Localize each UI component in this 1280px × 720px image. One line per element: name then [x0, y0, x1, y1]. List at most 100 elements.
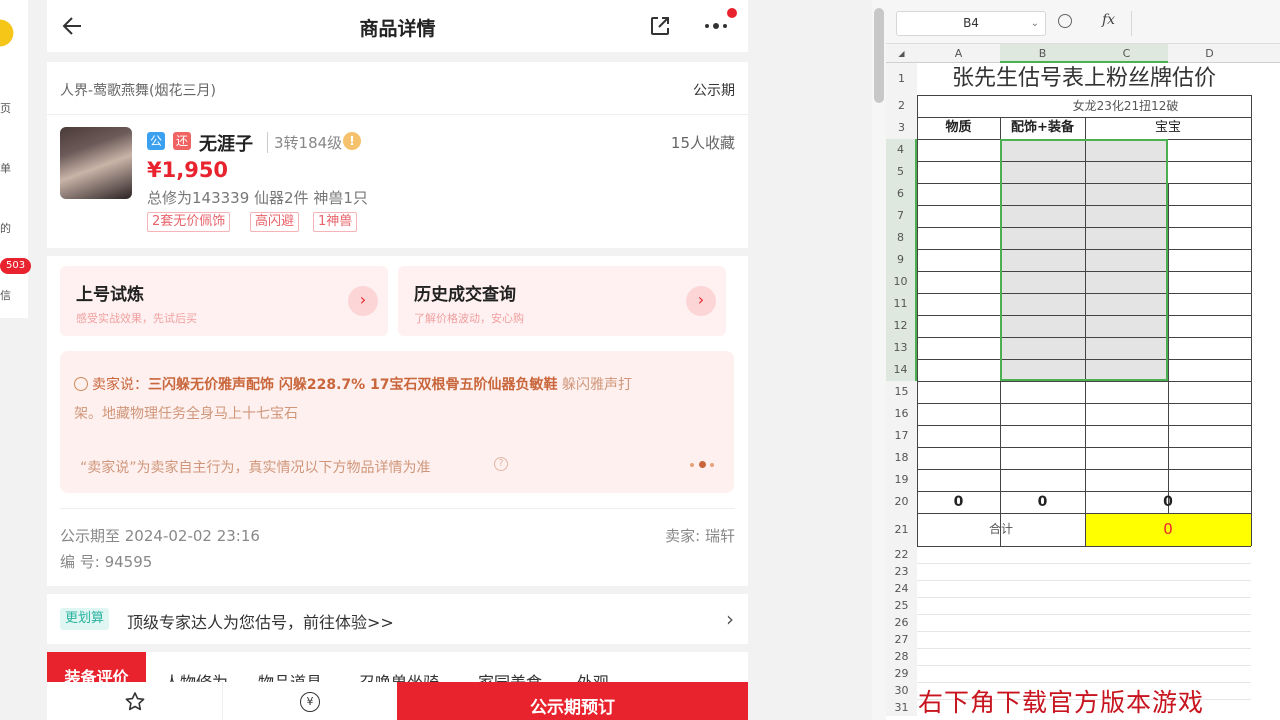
row-header[interactable]: 11 — [886, 293, 917, 315]
row-header[interactable]: 12 — [886, 315, 917, 337]
serial-number: 编 号: 94595 — [60, 553, 153, 571]
row-header[interactable]: 23 — [886, 563, 917, 580]
trade-history-tile[interactable]: 历史成交查询 了解价格波动，安心购 › — [398, 266, 726, 336]
row-header[interactable]: 22 — [886, 546, 917, 563]
star-icon[interactable] — [123, 690, 147, 714]
row-header[interactable]: 1 — [886, 63, 917, 95]
sum-cell[interactable]: 0 — [917, 491, 1000, 513]
more-menu-icon[interactable] — [703, 8, 737, 36]
return-tag: 还 — [173, 132, 191, 150]
grid-line — [917, 631, 1251, 632]
column-header-d[interactable]: D — [1168, 44, 1251, 63]
product-detail-app: 商品详情 人界-莺歌燕舞(烟花三月) 公示期 公 还 无涯子 3转184级 ! … — [47, 0, 748, 720]
tab-equipment[interactable]: 装备评价 — [47, 652, 146, 687]
header-cell[interactable]: 物质 — [917, 117, 1000, 139]
sidebar-item-mine[interactable]: 的 — [0, 220, 11, 236]
grid-line — [917, 648, 1251, 649]
row-header[interactable]: 21 — [886, 513, 917, 546]
header-cell[interactable]: 宝宝 — [1085, 117, 1251, 139]
feature-chip: 1神兽 — [313, 212, 358, 232]
row-header[interactable]: 28 — [886, 648, 917, 665]
total-label-cell[interactable]: 合计 — [917, 513, 1085, 546]
row-header[interactable]: 16 — [886, 403, 917, 425]
row-header[interactable]: 30 — [886, 682, 917, 699]
game-server: 人界-莺歌燕舞(烟花三月) — [60, 83, 216, 99]
row-header[interactable]: 29 — [886, 665, 917, 682]
grid-line — [917, 403, 1251, 404]
row-header[interactable]: 6 — [886, 183, 917, 205]
row-header[interactable]: 7 — [886, 205, 917, 227]
header-cell[interactable]: 配饰+装备 — [1000, 117, 1085, 139]
product-summary-card: 人界-莺歌燕舞(烟花三月) 公示期 公 还 无涯子 3转184级 ! 15人收藏… — [47, 62, 748, 248]
grid-line — [917, 381, 1251, 382]
unread-badge: 503 — [0, 258, 32, 274]
row-header[interactable]: 17 — [886, 425, 917, 447]
chevron-down-icon: ⌄ — [1030, 18, 1039, 29]
price: ¥1,950 — [147, 158, 229, 182]
bargain-icon[interactable]: ¥ — [300, 692, 320, 712]
column-header-a[interactable]: A — [917, 44, 1000, 63]
sum-cell[interactable]: 0 — [1000, 491, 1085, 513]
grid-line — [917, 447, 1251, 448]
sum-cell[interactable]: 0 — [1085, 491, 1251, 513]
grid-line — [917, 95, 918, 546]
row-header[interactable]: 5 — [886, 161, 917, 183]
function-icon[interactable]: fx — [1102, 12, 1115, 28]
selection-border[interactable] — [1000, 139, 1168, 381]
row-header[interactable]: 24 — [886, 580, 917, 597]
vertical-scrollbar[interactable] — [872, 0, 886, 720]
row-header[interactable]: 20 — [886, 491, 917, 513]
grid-line — [917, 614, 1251, 615]
row-header[interactable]: 13 — [886, 337, 917, 359]
row-header[interactable]: 9 — [886, 249, 917, 271]
seller-says-text: 卖家说：三闪躲无价雅声配饰 闪躲228.7% 17宝石双根骨五阶仙器负敏鞋 躲闪… — [74, 377, 632, 422]
row-header[interactable]: 19 — [886, 469, 917, 491]
select-all-corner[interactable]: ◢ — [886, 44, 917, 63]
character-avatar[interactable] — [60, 127, 132, 199]
row-header[interactable]: 18 — [886, 447, 917, 469]
tile-subtitle: 感受实战效果，先试后买 — [76, 312, 197, 325]
sidebar-item-home[interactable]: 页 — [0, 100, 11, 116]
scrollbar-thumb[interactable] — [874, 8, 884, 103]
row-header[interactable]: 14 — [886, 359, 917, 381]
grid-line — [1251, 95, 1252, 546]
page-title: 商品详情 — [359, 18, 436, 40]
reserve-button[interactable]: 公示期预订 — [397, 682, 748, 720]
estimate-banner[interactable]: 更划算 顶级专家达人为您估号，前往体验>> › — [47, 594, 748, 644]
public-period-end: 公示期至 2024-02-02 23:16 — [60, 527, 260, 545]
grid-line — [917, 580, 1251, 581]
share-icon[interactable] — [648, 14, 672, 38]
row-header[interactable]: 15 — [886, 381, 917, 403]
total-value-cell[interactable]: 0 — [1085, 513, 1251, 546]
column-header-b[interactable]: B — [1000, 44, 1085, 63]
trial-login-tile[interactable]: 上号试炼 感受实战效果，先试后买 › — [60, 266, 388, 336]
character-name: 无涯子 — [199, 134, 253, 155]
seller-name[interactable]: 卖家: 瑞轩 — [665, 525, 735, 546]
row-header[interactable]: 27 — [886, 631, 917, 648]
name-box[interactable]: B4 ⌄ — [896, 11, 1046, 36]
character-level: 3转184级 — [267, 132, 342, 153]
info-icon[interactable]: ! — [343, 132, 361, 150]
feature-chip: 高闪避 — [250, 212, 300, 232]
row-header[interactable]: 26 — [886, 614, 917, 631]
sheet-title-cell[interactable]: 张先生估号表上粉丝牌估价 — [917, 63, 1251, 95]
seller-says-box: 卖家说：三闪躲无价雅声配饰 闪躲228.7% 17宝石双根骨五阶仙器负敏鞋 躲闪… — [60, 351, 734, 493]
row-header[interactable]: 2 — [886, 95, 917, 117]
sidebar-item-orders[interactable]: 单 — [0, 160, 11, 176]
smile-icon — [74, 377, 88, 391]
grid-line — [917, 665, 1251, 666]
row-header[interactable]: 10 — [886, 271, 917, 293]
row-header[interactable]: 4 — [886, 139, 917, 161]
row-header[interactable]: 31 — [886, 699, 917, 716]
row-header[interactable]: 8 — [886, 227, 917, 249]
seller-disclaimer: “卖家说”为卖家自主行为，真实情况以下方物品详情为准 — [80, 460, 431, 476]
zoom-icon[interactable] — [1058, 14, 1072, 28]
row-header[interactable]: 25 — [886, 597, 917, 614]
expand-dots-icon[interactable] — [690, 461, 720, 469]
sidebar-item-messages[interactable]: 信 — [0, 287, 11, 303]
spreadsheet-window: B4 ⌄ fx ◢ A B C D 1 2 3 4 5 6 7 8 9 10 11 12 13 14 15 16… — [886, 0, 1280, 720]
row-header[interactable]: 3 — [886, 117, 917, 139]
column-header-c[interactable]: C — [1085, 44, 1168, 63]
help-icon[interactable]: ? — [494, 457, 508, 471]
subtitle-cell[interactable]: 女龙23化21扭12破 — [1000, 95, 1251, 117]
